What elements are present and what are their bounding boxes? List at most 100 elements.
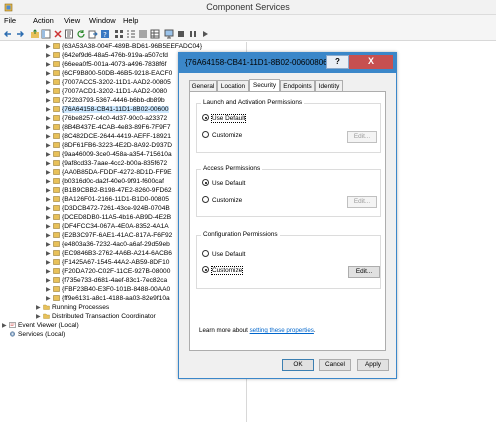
- launch-use-default-radio[interactable]: Use Default: [202, 114, 247, 123]
- access-edit-button[interactable]: Edit...: [347, 196, 377, 208]
- tree-item-guid[interactable]: ▶ {f735e733-d681-4aef-83c1-7ec82ca: [46, 276, 167, 285]
- tree-item-guid[interactable]: ▶ {FBF23B40-E3F0-101B-8488-00AA0: [46, 285, 170, 294]
- access-customize-radio[interactable]: Customize: [202, 196, 242, 205]
- launch-edit-button[interactable]: Edit...: [347, 131, 377, 143]
- learn-more-text: Learn more about setting these propertie…: [199, 327, 316, 334]
- component-icon: [53, 88, 60, 94]
- component-icon: [53, 142, 60, 148]
- tree-item-guid[interactable]: ▶ {76be8257-c4c0-4d37-90c0-a23372: [46, 114, 167, 123]
- properties-dialog: {76A64158-CB41-11D1-8B02-00600806D9B6} P…: [178, 52, 397, 379]
- tree-item-guid[interactable]: ▶ {DCED8DB0-11A5-4b16-AB9D-4E2B: [46, 213, 171, 222]
- component-icon: [53, 70, 60, 76]
- tree-item-guid[interactable]: ▶ {D3DCB472-7261-43ce-924B-0704B: [46, 204, 170, 213]
- menu-window[interactable]: Window: [89, 16, 116, 25]
- tree-item-running-processes[interactable]: ▶ Running Processes: [36, 303, 109, 312]
- tree-item-dtc[interactable]: ▶ Distributed Transaction Coordinator: [36, 312, 156, 321]
- menu-file[interactable]: File: [4, 16, 16, 25]
- tree-item-guid[interactable]: ▶ {b0316d0c-da2f-40e0-9f91-f600caf: [46, 177, 164, 186]
- component-icon: [53, 241, 60, 247]
- tree-item-guid[interactable]: ▶ {e4803a36-7232-4ac0-a6af-29d59eb: [46, 240, 170, 249]
- learn-more-link[interactable]: setting these properties: [250, 327, 314, 334]
- menu-bar: File Action View Window Help: [0, 15, 496, 27]
- tree-item-services[interactable]: Services (Local): [2, 330, 65, 339]
- component-icon: [53, 286, 60, 292]
- tree-item-guid[interactable]: ▶ {ff9e6131-a8c1-4188-aa03-82e9f10a: [46, 294, 170, 303]
- component-icon: [53, 79, 60, 85]
- tree-item-guid[interactable]: ▶ {F20DA720-C02F-11CE-927B-08000: [46, 267, 170, 276]
- dialog-close-button[interactable]: X: [349, 55, 393, 69]
- component-icon: [53, 187, 60, 193]
- launch-customize-radio[interactable]: Customize: [202, 131, 242, 140]
- tree-item-guid[interactable]: ▶ {AA0B85DA-FDDF-4272-8D1D-FF9E: [46, 168, 172, 177]
- component-icon: [53, 151, 60, 157]
- dialog-help-button[interactable]: ?: [326, 55, 349, 69]
- tree-item-guid[interactable]: ▶ {8DF61FB6-3223-4E2D-8A92-D937D: [46, 141, 172, 150]
- security-tab-panel: Launch and Activation Permissions Use De…: [189, 91, 386, 351]
- refresh-icon[interactable]: [76, 29, 86, 39]
- properties-icon[interactable]: [64, 29, 74, 39]
- launch-activation-group: Launch and Activation Permissions Use De…: [196, 99, 381, 153]
- component-icon: [53, 52, 60, 58]
- tree-item-guid[interactable]: ▶ {9aa46009-3ce0-458a-a354-715610a: [46, 150, 172, 159]
- back-icon[interactable]: [3, 29, 13, 39]
- svg-text:?: ?: [103, 31, 107, 39]
- component-icon: [53, 169, 60, 175]
- tree-item-guid[interactable]: ▶ {8B4B437E-4CAB-4e83-89F6-7F9F7: [46, 123, 171, 132]
- toolbar: ?: [0, 27, 496, 41]
- ok-button[interactable]: OK: [282, 359, 314, 371]
- view-small-icon[interactable]: [126, 29, 136, 39]
- tree-item-guid-selected[interactable]: ▶ {76A64158-CB41-11D1-8B02-00600: [46, 105, 169, 114]
- export-icon[interactable]: [88, 29, 98, 39]
- forward-icon[interactable]: [15, 29, 25, 39]
- tree-item-guid[interactable]: ▶ {66eea0f5-001a-4073-a496-7838f6f: [46, 60, 167, 69]
- show-tree-icon[interactable]: [41, 29, 51, 39]
- tree-item-guid[interactable]: ▶ {722b3793-5367-4446-b6bb-db89b: [46, 96, 165, 105]
- group-title: Launch and Activation Permissions: [201, 99, 305, 106]
- menu-help[interactable]: Help: [123, 16, 138, 25]
- menu-action[interactable]: Action: [33, 16, 54, 25]
- tree-item-guid[interactable]: ▶ {DF4FCC34-067A-4E0A-8352-4A1A: [46, 222, 169, 231]
- delete-icon[interactable]: [53, 29, 63, 39]
- tree-item-guid[interactable]: ▶ {7007ACC5-3202-11D1-AAD2-00805: [46, 78, 171, 87]
- play-icon[interactable]: [200, 29, 210, 39]
- configuration-permissions-group: Configuration Permissions Use Default Cu…: [196, 231, 381, 289]
- tree-item-guid[interactable]: ▶ {9af8cd33-7aae-4cc2-b00a-835f672: [46, 159, 167, 168]
- computer-icon[interactable]: [164, 29, 174, 39]
- tree-item-guid[interactable]: ▶ {B1B9CBB2-B198-47E2-8260-9FD62: [46, 186, 172, 195]
- view-large-icon[interactable]: [114, 29, 124, 39]
- pause-icon[interactable]: [188, 29, 198, 39]
- access-use-default-radio[interactable]: Use Default: [202, 179, 245, 188]
- component-icon: [53, 223, 60, 229]
- tree-item-guid[interactable]: ▶ {BA126F01-2166-11D1-B1D0-00805: [46, 195, 169, 204]
- cancel-button[interactable]: Cancel: [319, 359, 351, 371]
- radio-unselected-icon: [202, 250, 209, 257]
- group-title: Configuration Permissions: [201, 231, 280, 238]
- config-use-default-radio[interactable]: Use Default: [202, 250, 245, 259]
- component-icon: [53, 250, 60, 256]
- tree-item-guid[interactable]: ▶ {8C482DCE-2644-4419-AEFF-18921: [46, 132, 171, 141]
- help-icon[interactable]: ?: [100, 29, 110, 39]
- tree-item-guid[interactable]: ▶ {F1425A67-1545-44A2-AB59-8DF10: [46, 258, 169, 267]
- tree-item-guid[interactable]: ▶ {6CF9B800-50DB-46B5-9218-EACF0: [46, 69, 172, 78]
- folder-icon: [43, 304, 50, 310]
- up-folder-icon[interactable]: [30, 29, 40, 39]
- radio-selected-icon: [202, 266, 209, 273]
- view-detail-icon[interactable]: [150, 29, 160, 39]
- tree-item-guid[interactable]: ▶ {63A53A38-004F-489B-BD61-96B5EEFADC04}: [46, 42, 202, 51]
- menu-view[interactable]: View: [64, 16, 80, 25]
- tree-item-guid[interactable]: ▶ {EC9846B3-2762-4A6B-A214-6ACB6: [46, 249, 172, 258]
- group-title: Access Permissions: [201, 165, 263, 172]
- component-icon: [53, 268, 60, 274]
- component-icon: [53, 61, 60, 67]
- dialog-title-bar[interactable]: {76A64158-CB41-11D1-8B02-00600806D9B6} P…: [179, 53, 396, 73]
- tree-item-guid[interactable]: ▶ {642ef9d6-48a5-476b-919a-a507cfd: [46, 51, 168, 60]
- tree-item-event-viewer[interactable]: ▶ Event Viewer (Local): [2, 321, 79, 330]
- config-edit-button[interactable]: Edit...: [348, 266, 380, 278]
- view-list-icon[interactable]: [138, 29, 148, 39]
- tree-item-guid[interactable]: ▶ {7007ACD1-3202-11D1-AAD2-0080: [46, 87, 167, 96]
- apply-button[interactable]: Apply: [357, 359, 389, 371]
- config-customize-radio[interactable]: Customize: [202, 266, 244, 275]
- stop-icon[interactable]: [176, 29, 186, 39]
- tree-item-guid[interactable]: ▶ {E2B3C97F-6AE1-41AC-817A-F6F92: [46, 231, 172, 240]
- component-icon: [53, 295, 60, 301]
